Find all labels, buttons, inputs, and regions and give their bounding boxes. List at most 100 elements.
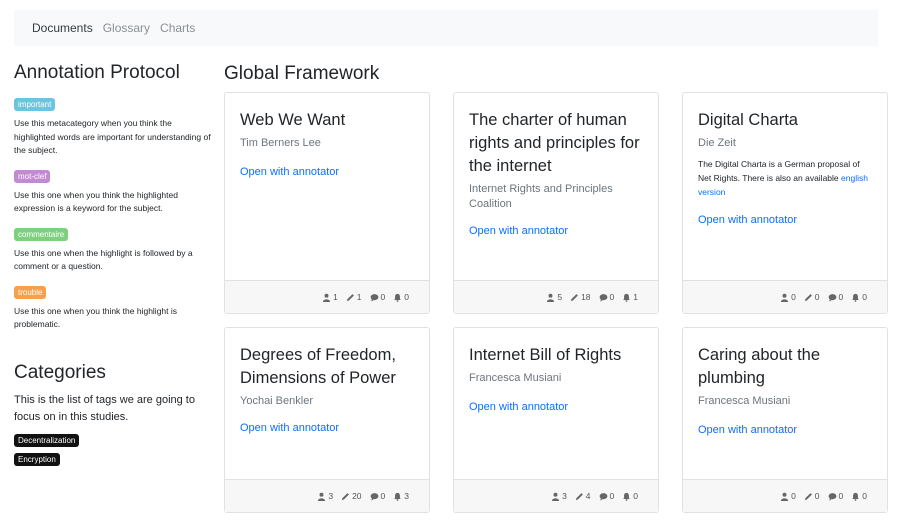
document-card: Caring about the plumbing Francesca Musi… <box>682 327 888 513</box>
stat-users: 1 <box>322 292 338 302</box>
document-card: Degrees of Freedom, Dimensions of Power … <box>224 327 430 513</box>
tag-description: Use this metacategory when you think the… <box>14 118 211 155</box>
pencil-icon <box>570 293 578 301</box>
stat-users: 3 <box>317 491 333 501</box>
card-footer: 3 20 0 3 <box>225 479 429 512</box>
card-author: Francesca Musiani <box>698 395 791 407</box>
tag-description: Use this one when the highlight is follo… <box>14 247 193 272</box>
card-title: Web We Want <box>240 111 346 129</box>
nav-charts[interactable]: Charts <box>160 21 195 35</box>
categories-description: This is the list of tags we are going to… <box>14 393 195 423</box>
card-title: The charter of human rights and principl… <box>469 111 640 175</box>
pencil-icon <box>341 492 349 500</box>
main-title: Global Framework <box>224 63 380 84</box>
tag-block-mot-clef: mot-clef Use this one when you think the… <box>14 166 214 216</box>
stat-notifications: 0 <box>393 292 409 302</box>
tag-trouble[interactable]: trouble <box>14 285 47 299</box>
open-with-annotator-link[interactable]: Open with annotator <box>240 165 414 180</box>
card-description: The Digital Charta is a German proposal … <box>698 159 868 197</box>
bell-icon <box>852 293 860 302</box>
stat-comments: 0 <box>370 491 385 501</box>
users-icon <box>551 492 560 501</box>
stat-users: 5 <box>546 292 562 302</box>
bell-icon <box>852 492 860 501</box>
stat-edits: 20 <box>341 491 362 501</box>
card-footer: 0 0 0 0 <box>683 479 887 512</box>
stat-notifications: 0 <box>851 292 867 302</box>
users-icon <box>322 293 331 302</box>
users-icon <box>318 492 326 501</box>
stat-comments: 0 <box>370 292 385 302</box>
bell-icon <box>623 492 631 501</box>
card-footer: 3 4 0 0 <box>454 479 658 512</box>
english-version-link[interactable]: english version <box>698 173 868 197</box>
category-tag-decentralization[interactable]: Decentralization <box>14 433 80 447</box>
tag-commentaire[interactable]: commentaire <box>14 227 69 241</box>
document-card: The charter of human rights and principl… <box>453 92 659 314</box>
stat-edits: 0 <box>804 292 820 302</box>
stat-edits: 4 <box>575 491 591 501</box>
open-with-annotator-link[interactable]: Open with annotator <box>469 224 643 239</box>
comment-icon <box>599 492 607 501</box>
comment-icon <box>599 293 607 302</box>
category-tag-encryption[interactable]: Encryption <box>14 452 60 466</box>
users-icon <box>780 293 789 302</box>
document-card: Internet Bill of Rights Francesca Musian… <box>453 327 659 513</box>
stat-edits: 0 <box>804 491 820 501</box>
stat-comments: 0 <box>599 292 614 302</box>
stat-comments: 0 <box>599 491 614 501</box>
stat-users: 3 <box>551 491 567 501</box>
users-icon <box>780 492 789 501</box>
open-with-annotator-link[interactable]: Open with annotator <box>469 400 643 415</box>
tag-block-important: important Use this metacategory when you… <box>14 94 214 158</box>
card-title: Caring about the plumbing <box>698 346 821 387</box>
stat-edits: 1 <box>346 292 362 302</box>
card-author: Tim Berners Lee <box>240 137 321 149</box>
protocol-title: Annotation Protocol <box>14 62 180 83</box>
comment-icon <box>370 293 378 302</box>
bell-icon <box>394 293 402 302</box>
card-footer: 1 1 0 0 <box>225 280 429 313</box>
comment-icon <box>828 492 836 501</box>
stat-notifications: 1 <box>622 292 638 302</box>
stat-edits: 18 <box>570 292 591 302</box>
categories-title: Categories <box>14 361 106 383</box>
stat-users: 0 <box>780 491 796 501</box>
top-nav: Documents Glossary Charts <box>14 10 878 46</box>
left-column: Annotation Protocol important Use this m… <box>14 60 214 466</box>
bell-icon <box>623 293 631 302</box>
tag-important[interactable]: important <box>14 98 56 111</box>
document-card: Web We Want Tim Berners Lee Open with an… <box>224 92 430 314</box>
users-icon <box>547 293 555 302</box>
nav-documents[interactable]: Documents <box>32 21 93 35</box>
card-author: Die Zeit <box>698 137 736 149</box>
tag-block-commentaire: commentaire Use this one when the highli… <box>14 224 214 274</box>
open-with-annotator-link[interactable]: Open with annotator <box>240 421 414 436</box>
tag-mot-clef[interactable]: mot-clef <box>14 169 51 183</box>
stat-users: 0 <box>780 292 796 302</box>
card-title: Degrees of Freedom, Dimensions of Power <box>240 346 396 387</box>
stat-notifications: 0 <box>622 491 638 501</box>
card-title: Internet Bill of Rights <box>469 346 622 364</box>
card-footer: 0 0 0 0 <box>683 280 887 313</box>
card-title: Digital Charta <box>698 111 798 129</box>
pencil-icon <box>804 492 812 500</box>
tag-description: Use this one when you think the highligh… <box>14 189 178 214</box>
nav-glossary[interactable]: Glossary <box>103 21 150 35</box>
pencil-icon <box>346 293 354 301</box>
bell-icon <box>394 492 402 501</box>
document-card: Digital Charta Die Zeit The Digital Char… <box>682 92 888 314</box>
tag-description: Use this one when you think the highligh… <box>14 305 178 330</box>
comment-icon <box>370 492 378 501</box>
open-with-annotator-link[interactable]: Open with annotator <box>698 423 872 438</box>
tag-block-trouble: trouble Use this one when you think the … <box>14 282 214 332</box>
card-author: Yochai Benkler <box>240 395 313 407</box>
stat-notifications: 3 <box>393 491 409 501</box>
stat-comments: 0 <box>828 491 843 501</box>
stat-notifications: 0 <box>851 491 867 501</box>
card-author: Francesca Musiani <box>469 372 562 384</box>
pencil-icon <box>804 293 812 301</box>
open-with-annotator-link[interactable]: Open with annotator <box>698 213 872 228</box>
comment-icon <box>828 293 836 302</box>
card-author: Internet Rights and Principles Coalition <box>469 183 613 210</box>
